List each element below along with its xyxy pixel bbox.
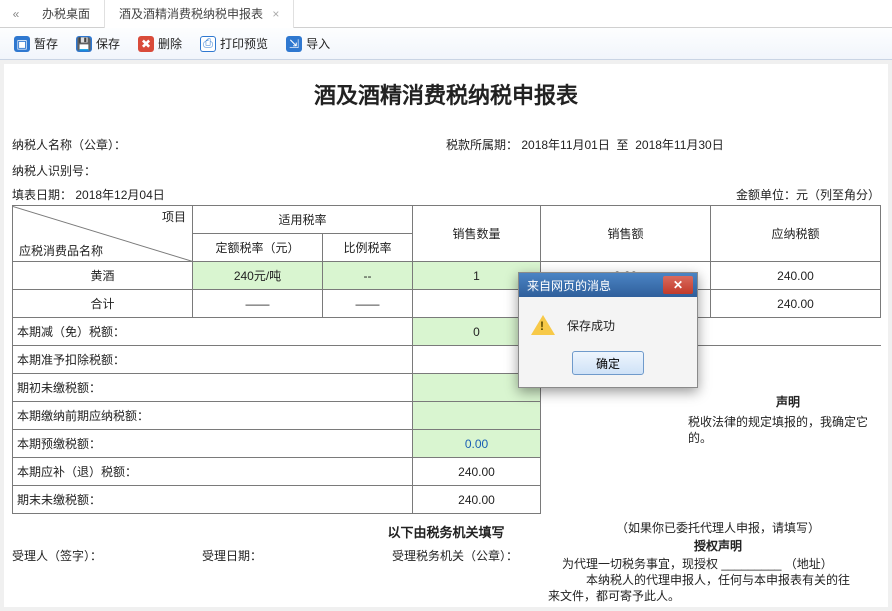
dialog-close-button[interactable]: ✕	[663, 276, 693, 294]
dialog-ok-button[interactable]: 确定	[572, 351, 644, 375]
close-icon: ✕	[673, 278, 683, 292]
dialog-message: 保存成功	[567, 317, 615, 334]
dialog-titlebar: 来自网页的消息 ✕	[519, 273, 697, 297]
dialog-backdrop: 来自网页的消息 ✕ 保存成功 确定	[0, 0, 892, 611]
dialog-title: 来自网页的消息	[527, 277, 611, 294]
warning-icon	[531, 315, 555, 335]
alert-dialog: 来自网页的消息 ✕ 保存成功 确定	[518, 272, 698, 388]
